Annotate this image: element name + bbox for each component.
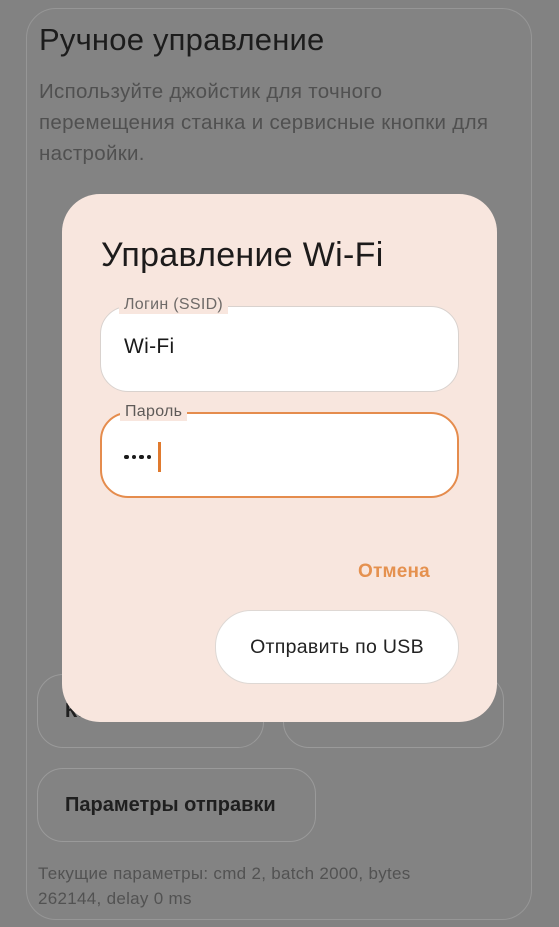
cancel-button[interactable]: Отмена (358, 561, 430, 583)
password-field-label: Пароль (120, 403, 188, 421)
send-usb-button-label: Отправить по USB (250, 635, 424, 658)
dialog-title: Управление Wi-Fi (101, 236, 384, 274)
ssid-field-label: Логин (SSID) (119, 296, 229, 314)
manual-control-description: Используйте джойстик для точного перемещ… (39, 80, 489, 165)
password-field[interactable]: Пароль (100, 403, 459, 498)
ssid-field-value: Wi-Fi (124, 335, 175, 358)
page: Ручное управление Используйте джойстик д… (0, 0, 559, 927)
text-caret (158, 442, 161, 472)
send-params-button-label: Параметры отправки (65, 793, 276, 816)
send-usb-button[interactable]: Отправить по USB (215, 610, 459, 684)
password-dot (146, 454, 151, 460)
password-dot (139, 454, 144, 460)
current-params-text: Текущие параметры: cmd 2, batch 2000, by… (38, 864, 411, 908)
send-params-button[interactable]: Параметры отправки (37, 768, 316, 842)
password-dot (131, 454, 136, 460)
manual-control-title: Ручное управление (39, 22, 325, 57)
wifi-dialog: Управление Wi-Fi Логин (SSID) Wi-Fi Паро… (62, 194, 497, 722)
ssid-field[interactable]: Логин (SSID) Wi-Fi (100, 296, 459, 392)
password-dot (124, 454, 129, 460)
password-masked-value (124, 442, 161, 472)
